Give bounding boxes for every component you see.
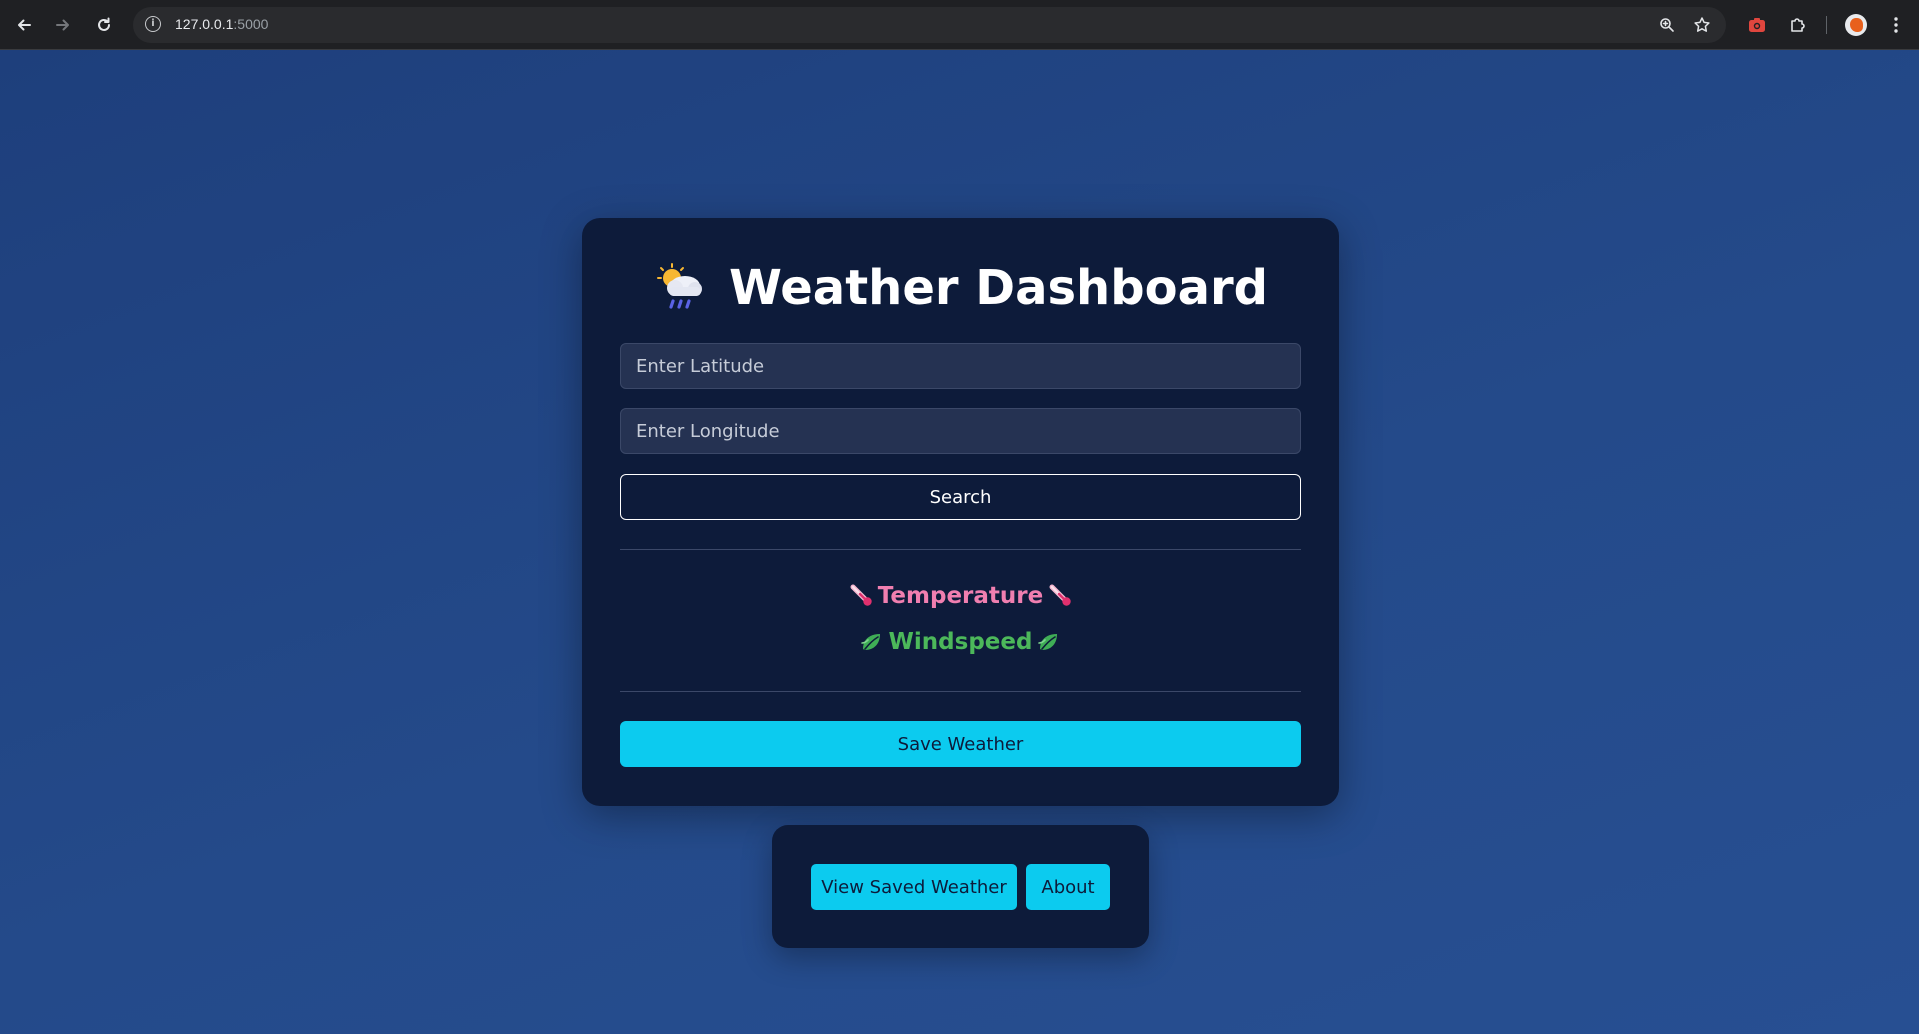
nav-card: View Saved Weather About bbox=[772, 825, 1149, 948]
cloud-sun-rain-icon bbox=[657, 263, 703, 309]
temperature-label: Temperature bbox=[877, 583, 1044, 609]
page-background: Weather Dashboard Search Temperature bbox=[0, 50, 1919, 1034]
zoom-icon[interactable] bbox=[1657, 15, 1677, 35]
temperature-readout: Temperature bbox=[582, 583, 1339, 609]
view-saved-weather-button[interactable]: View Saved Weather bbox=[811, 864, 1017, 910]
windspeed-readout: Windspeed bbox=[582, 629, 1339, 655]
reload-icon bbox=[98, 17, 110, 31]
divider bbox=[620, 549, 1301, 550]
page-title: Weather Dashboard bbox=[729, 260, 1268, 316]
leaf-wind-icon bbox=[1038, 634, 1058, 650]
kebab-menu-icon[interactable] bbox=[1884, 13, 1908, 37]
title-row: Weather Dashboard bbox=[582, 256, 1339, 320]
forward-button[interactable] bbox=[50, 12, 76, 38]
arrow-left-icon bbox=[18, 19, 31, 31]
info-icon[interactable]: i bbox=[145, 16, 161, 32]
back-button[interactable] bbox=[11, 12, 37, 38]
address-bar[interactable]: i 127.0.0.1:5000 bbox=[133, 7, 1726, 43]
toolbar-divider bbox=[1826, 16, 1827, 34]
avatar[interactable] bbox=[1845, 14, 1867, 36]
camera-icon[interactable] bbox=[1745, 13, 1769, 37]
latitude-input[interactable] bbox=[620, 343, 1301, 389]
save-weather-button[interactable]: Save Weather bbox=[620, 721, 1301, 767]
arrow-right-icon bbox=[56, 19, 69, 31]
leaf-wind-icon bbox=[860, 634, 880, 650]
windspeed-label: Windspeed bbox=[888, 629, 1033, 655]
url-port: :5000 bbox=[233, 16, 269, 32]
star-icon[interactable] bbox=[1692, 15, 1712, 35]
browser-toolbar: i 127.0.0.1:5000 bbox=[0, 0, 1919, 50]
weather-card: Weather Dashboard Search Temperature bbox=[582, 218, 1339, 806]
url-host: 127.0.0.1 bbox=[175, 16, 234, 32]
about-button[interactable]: About bbox=[1026, 864, 1110, 910]
thermometer-icon bbox=[1049, 584, 1071, 606]
longitude-input[interactable] bbox=[620, 408, 1301, 454]
puzzle-icon[interactable] bbox=[1786, 13, 1810, 37]
search-button[interactable]: Search bbox=[620, 474, 1301, 520]
reload-button[interactable] bbox=[91, 12, 117, 38]
divider bbox=[620, 691, 1301, 692]
avatar-image bbox=[1850, 18, 1863, 32]
url-text[interactable]: 127.0.0.1:5000 bbox=[175, 16, 268, 32]
thermometer-icon bbox=[850, 584, 872, 606]
